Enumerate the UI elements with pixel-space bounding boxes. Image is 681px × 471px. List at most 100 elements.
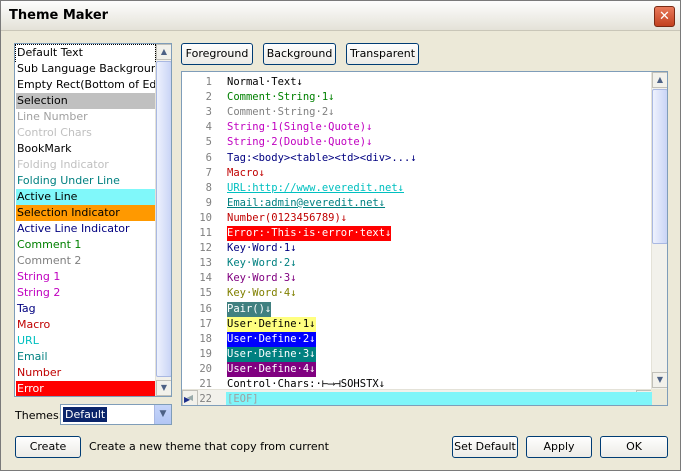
code-line: 4 String·1(Single·Quote)↓ <box>182 120 652 135</box>
list-item[interactable]: Macro <box>16 317 155 333</box>
title-bar: Theme Maker ✕ <box>1 1 680 31</box>
element-list[interactable]: ▲ ▼ Default Text Sub Language Background E… <box>14 43 172 397</box>
scroll-up-icon[interactable]: ▲ <box>652 72 667 88</box>
list-item[interactable]: String 1 <box>16 269 155 285</box>
code-line: 3 Comment·String·2↓ <box>182 105 652 120</box>
line-number: 5 <box>205 136 212 149</box>
code-line: 13 Key·Word·2↓ <box>182 256 652 271</box>
list-item[interactable]: URL <box>16 333 155 349</box>
background-button[interactable]: Background <box>263 43 336 65</box>
foreground-label: Foreground <box>185 47 249 60</box>
line-number: 10 <box>199 211 212 224</box>
code-text: Key·Word·3↓ <box>227 272 297 285</box>
foreground-button[interactable]: Foreground <box>181 43 253 65</box>
line-number: 6 <box>205 151 212 164</box>
code-line: 1 Normal·Text↓ <box>182 75 652 90</box>
create-button[interactable]: Create <box>15 436 81 458</box>
themes-label: Themes: <box>15 409 63 422</box>
ok-button[interactable]: OK <box>600 436 668 458</box>
list-item[interactable]: Comment 1 <box>16 237 155 253</box>
list-scroll-thumb[interactable] <box>156 61 171 377</box>
set-default-label: Set Default <box>454 440 516 453</box>
code-text: Normal·Text↓ <box>227 76 303 88</box>
list-item[interactable]: Empty Rect(Bottom of Edit) <box>16 77 155 93</box>
transparent-button[interactable]: Transparent <box>346 43 419 65</box>
list-item[interactable]: Sub Language Background <box>16 61 155 77</box>
line-number: 12 <box>199 242 212 255</box>
list-item[interactable]: Email <box>16 349 155 365</box>
list-item[interactable]: Tag <box>16 301 155 317</box>
line-number: 21 <box>199 378 212 390</box>
code-line: 7 Macro↓ <box>182 166 652 181</box>
code-line: 5 String·2(Double·Quote)↓ <box>182 135 652 150</box>
editor-vscroll-thumb[interactable] <box>652 89 667 244</box>
list-item[interactable]: Folding Under Line <box>16 173 155 189</box>
code-text: String·2(Double·Quote)↓ <box>227 136 373 149</box>
line-number: 20 <box>199 362 212 375</box>
line-number: 8 <box>205 181 212 194</box>
code-text: Key·Word·2↓ <box>227 257 297 270</box>
scroll-up-icon[interactable]: ▲ <box>156 44 171 60</box>
create-hint-text: Create a new theme that copy from curren… <box>89 440 329 453</box>
list-item[interactable]: String 2 <box>16 285 155 301</box>
list-item[interactable]: Active Line <box>16 189 155 205</box>
code-text: Comment·String·1↓ <box>227 91 335 104</box>
list-item[interactable]: Comment 2 <box>16 253 155 269</box>
code-text: [EOF] <box>227 393 259 406</box>
list-item[interactable]: Selection Indicator <box>16 205 155 221</box>
apply-button[interactable]: Apply <box>526 436 592 458</box>
editor-vscrollbar[interactable]: ▲ ▼ <box>651 72 667 389</box>
list-item[interactable]: Default Text <box>15 44 156 62</box>
code-line: 16 Pair()↓ <box>182 301 652 317</box>
themes-selected-value: Default <box>63 407 108 422</box>
scroll-down-icon[interactable]: ▼ <box>652 372 667 388</box>
code-text: Number(0123456789)↓ <box>227 211 348 224</box>
scroll-down-icon[interactable]: ▼ <box>156 380 171 396</box>
list-scrollbar[interactable]: ▲ ▼ <box>155 44 171 396</box>
close-icon: ✕ <box>659 9 670 24</box>
code-text: User·Define·4↓ <box>227 361 316 377</box>
code-line: 6 Tag:<body><table><td><div>...↓ <box>182 151 652 166</box>
code-line: 18 User·Define·2↓ <box>182 331 652 347</box>
code-text: Tag:<body><table><td><div>...↓ <box>227 151 417 164</box>
apply-label: Apply <box>543 440 575 453</box>
list-item[interactable]: Folding Indicator <box>16 157 155 173</box>
list-item[interactable]: Control Chars <box>16 125 155 141</box>
line-number: 4 <box>205 121 212 134</box>
code-line: 2 Comment·String·1↓ <box>182 90 652 105</box>
code-line: 21 Control·Chars:·⊢⟶⊣SOHSTX↓ <box>182 377 652 392</box>
code-text: String·1(Single·Quote)↓ <box>227 121 373 134</box>
list-item[interactable]: Error <box>16 381 155 396</box>
set-default-button[interactable]: Set Default <box>452 436 518 458</box>
code-line: 12 Key·Word·1↓ <box>182 241 652 256</box>
chevron-down-icon[interactable]: ▼ <box>154 405 171 424</box>
line-number: 17 <box>199 317 212 330</box>
list-item[interactable]: Number <box>16 365 155 381</box>
line-number: 7 <box>205 166 212 179</box>
line-number: 16 <box>199 302 212 315</box>
preview-editor[interactable]: ▲ ▼ ◀ ▶ 1Normal·Text↓2Comment·String·1↓3… <box>181 71 668 406</box>
code-text: Pair()↓ <box>227 301 272 317</box>
line-number: 18 <box>199 332 212 345</box>
list-item[interactable]: Selection <box>16 93 155 109</box>
line-number: 2 <box>205 91 212 104</box>
list-item[interactable]: Active Line Indicator <box>16 221 155 237</box>
code-text: Error:·This·is·error·text↓ <box>227 226 392 241</box>
code-line: 8 URL:http://www.everedit.net↓ <box>182 181 652 196</box>
line-number: 1 <box>205 76 212 88</box>
code-text: Email:admin@everedit.net↓ <box>227 196 386 209</box>
line-number: 15 <box>199 287 212 300</box>
code-text: URL:http://www.everedit.net↓ <box>227 181 405 194</box>
code-text: User·Define·1↓ <box>227 316 316 332</box>
list-item[interactable]: Line Number <box>16 109 155 125</box>
line-number: 19 <box>199 347 212 360</box>
themes-select[interactable]: Default ▼ <box>60 404 172 425</box>
code-text: Key·Word·4↓ <box>227 287 297 300</box>
window-title: Theme Maker <box>9 8 109 23</box>
code-text: Control·Chars:·⊢⟶⊣SOHSTX↓ <box>227 378 386 390</box>
background-label: Background <box>266 47 333 60</box>
code-line: 11 Error:·This·is·error·text↓ <box>182 226 652 241</box>
list-item[interactable]: BookMark <box>16 141 155 157</box>
close-button[interactable]: ✕ <box>654 6 675 27</box>
code-text: Macro↓ <box>227 166 265 179</box>
